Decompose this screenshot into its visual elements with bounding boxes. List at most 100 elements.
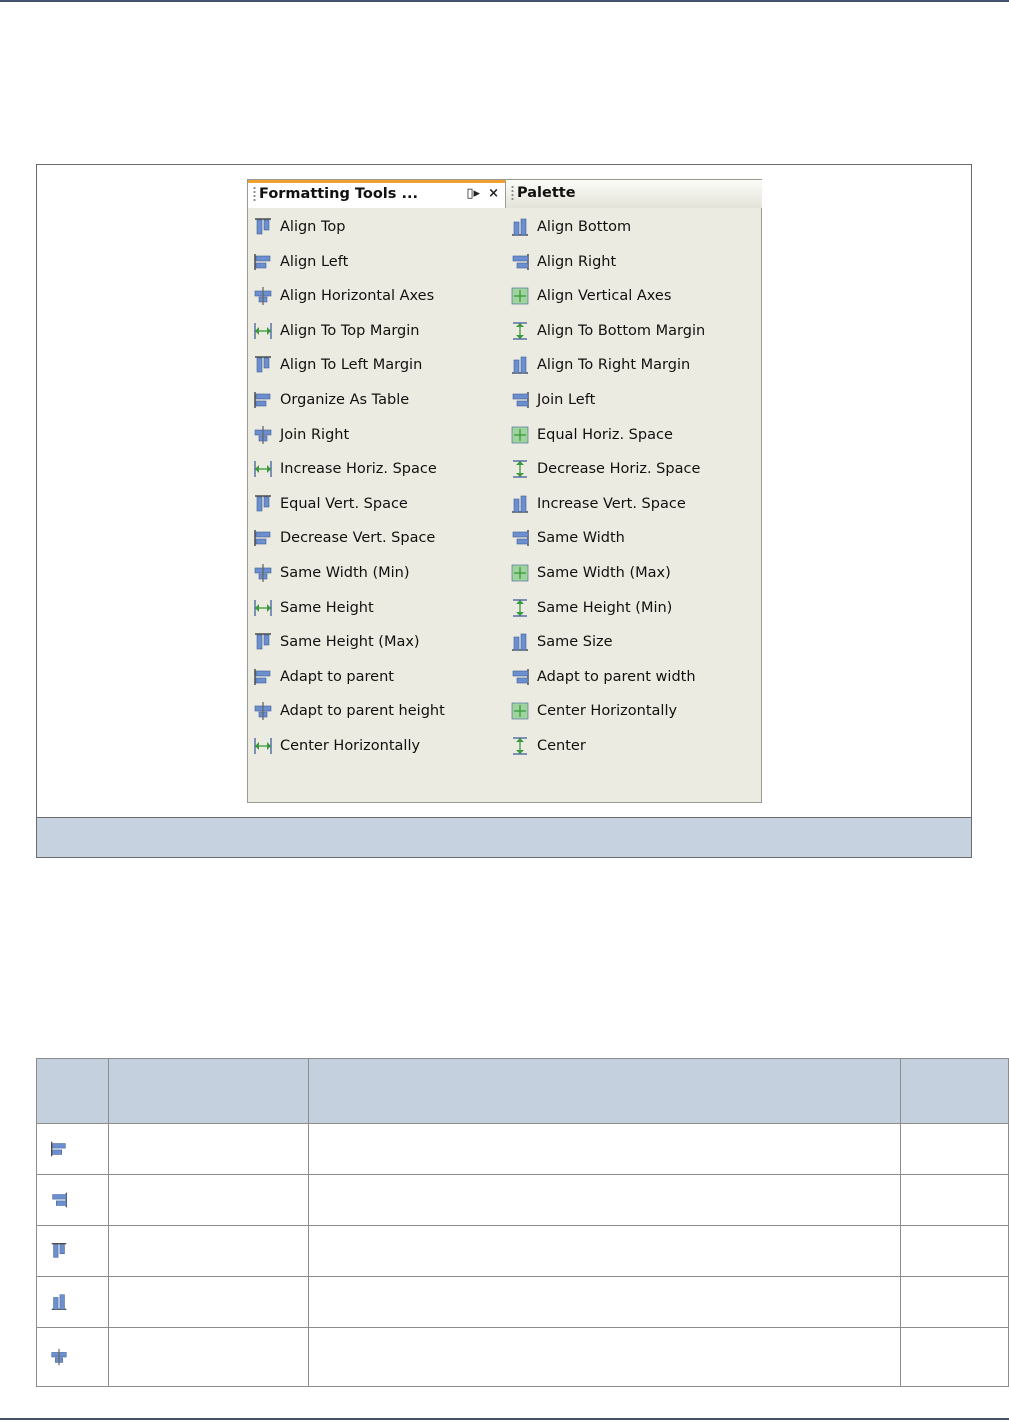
tool-label: Organize As Table: [280, 392, 410, 408]
align-right-icon: [49, 1190, 108, 1210]
tab-formatting-tools-label: Formatting Tools ...: [259, 186, 418, 202]
tool-adapt-to-parent-width[interactable]: Adapt to parent width: [509, 664, 696, 690]
tool-label: Align Top: [280, 219, 346, 235]
tool-equal-vert-space[interactable]: Equal Vert. Space: [252, 491, 408, 517]
table-cell: [308, 1174, 901, 1226]
tool-align-to-top-margin[interactable]: Align To Top Margin: [252, 318, 419, 344]
table-cell: [308, 1327, 901, 1387]
tool-center[interactable]: Center: [509, 733, 586, 759]
tool-icon: [252, 251, 280, 273]
tool-organize-as-table[interactable]: Organize As Table: [252, 387, 409, 413]
tool-center-horizontally[interactable]: Center Horizontally: [252, 733, 420, 759]
tool-align-to-right-margin[interactable]: Align To Right Margin: [509, 352, 690, 378]
tab-palette[interactable]: Palette: [506, 180, 762, 208]
tool-increase-vert-space[interactable]: Increase Vert. Space: [509, 491, 686, 517]
tool-label: Center Horizontally: [280, 738, 421, 754]
tool-icon: [252, 389, 280, 411]
figure-caption-bar: [37, 817, 971, 857]
tool-same-width[interactable]: Same Width: [509, 525, 625, 551]
table-row: [36, 1225, 1009, 1277]
tool-join-right[interactable]: Join Right: [252, 422, 349, 448]
formatting-tools-panel: Formatting Tools ... ▯▸ × Palette Align T…: [247, 179, 762, 803]
tool-adapt-to-parent[interactable]: Adapt to parent: [252, 664, 394, 690]
table-cell: [308, 1225, 901, 1277]
tool-align-to-bottom-margin[interactable]: Align To Bottom Margin: [509, 318, 705, 344]
tool-icon: [252, 493, 280, 515]
tool-align-right[interactable]: Align Right: [509, 249, 616, 275]
align-left-icon: [49, 1139, 108, 1159]
tool-icon: [509, 700, 537, 722]
align-top-icon: [49, 1241, 108, 1261]
tool-same-width-max[interactable]: Same Width (Max): [509, 560, 671, 586]
table-icon-cell: [36, 1225, 109, 1277]
tool-icon: [252, 320, 280, 342]
tool-label: Adapt to parent: [280, 668, 394, 685]
tool-align-top[interactable]: Align Top: [252, 214, 345, 240]
tool-icon: [509, 527, 537, 549]
tool-increase-horiz-space[interactable]: Increase Horiz. Space: [252, 456, 437, 482]
tool-icon: [252, 458, 280, 480]
tool-icon: [252, 666, 280, 688]
tool-center-horizontally[interactable]: Center Horizontally: [509, 698, 677, 724]
tool-label: Same Width (Max): [537, 565, 671, 581]
align-bottom-icon: [49, 1292, 108, 1312]
tool-join-left[interactable]: Join Left: [509, 387, 595, 413]
tool-decrease-horiz-space[interactable]: Decrease Horiz. Space: [509, 456, 700, 482]
tool-icon: [252, 562, 280, 584]
table-cell: [308, 1123, 901, 1175]
table-icon-cell: [36, 1276, 109, 1328]
tool-label: Same Height: [280, 599, 374, 616]
grip-icon: [511, 185, 514, 201]
tool-icon: [509, 424, 537, 446]
table-cell: [108, 1327, 309, 1387]
table-cell: [900, 1174, 1009, 1226]
tool-same-height[interactable]: Same Height: [252, 595, 374, 621]
tool-align-to-left-margin[interactable]: Align To Left Margin: [252, 352, 422, 378]
table-cell: [900, 1327, 1009, 1387]
tab-formatting-tools[interactable]: Formatting Tools ... ▯▸ ×: [248, 180, 506, 208]
tool-icon: [252, 285, 280, 307]
tool-label: Join Right: [280, 426, 350, 443]
tool-same-size[interactable]: Same Size: [509, 629, 613, 655]
tool-label: Equal Horiz. Space: [537, 426, 673, 443]
table-cell: [900, 1276, 1009, 1328]
tool-label: Adapt to parent height: [280, 703, 445, 720]
tool-align-vertical-axes[interactable]: Align Vertical Axes: [509, 283, 671, 309]
tool-align-left[interactable]: Align Left: [252, 249, 348, 275]
tool-label: Decrease Vert. Space: [280, 530, 436, 547]
grip-icon: [253, 186, 256, 202]
tool-icon: [252, 354, 280, 376]
bottom-rule: [0, 1418, 1009, 1420]
table-row: [36, 1174, 1009, 1226]
tool-same-width-min[interactable]: Same Width (Min): [252, 560, 410, 586]
align-horizontal-axes-icon: [49, 1347, 108, 1367]
tool-icon: [252, 424, 280, 446]
panel-menu-icon[interactable]: ▯▸: [466, 186, 480, 201]
table-header-row: [36, 1058, 1009, 1124]
tool-equal-horiz-space[interactable]: Equal Horiz. Space: [509, 422, 673, 448]
tool-label: Same Width: [537, 530, 625, 547]
tool-label: Same Height (Min): [537, 599, 673, 616]
tool-decrease-vert-space[interactable]: Decrease Vert. Space: [252, 525, 435, 551]
tool-same-height-min[interactable]: Same Height (Min): [509, 595, 672, 621]
tool-same-height-max[interactable]: Same Height (Max): [252, 629, 420, 655]
tool-label: Same Width (Min): [280, 565, 410, 581]
tool-label: Increase Horiz. Space: [280, 461, 437, 478]
tool-label: Align To Left Margin: [280, 357, 423, 374]
tool-label: Align Left: [280, 253, 349, 270]
tool-label: Same Height (Max): [280, 634, 420, 651]
table-header-cell: [36, 1058, 109, 1124]
tool-icon: [509, 666, 537, 688]
tool-label: Join Left: [537, 392, 596, 408]
tab-bar: Formatting Tools ... ▯▸ × Palette: [248, 180, 762, 208]
tool-align-bottom[interactable]: Align Bottom: [509, 214, 631, 240]
tool-icon: [509, 597, 537, 619]
tool-adapt-to-parent-height[interactable]: Adapt to parent height: [252, 698, 445, 724]
table-cell: [900, 1123, 1009, 1175]
tool-label: Decrease Horiz. Space: [537, 461, 701, 478]
close-icon[interactable]: ×: [488, 186, 499, 201]
table-icon-cell: [36, 1174, 109, 1226]
tool-icon: [509, 631, 537, 653]
tool-align-horizontal-axes[interactable]: Align Horizontal Axes: [252, 283, 434, 309]
tool-label: Align To Right Margin: [537, 357, 691, 374]
